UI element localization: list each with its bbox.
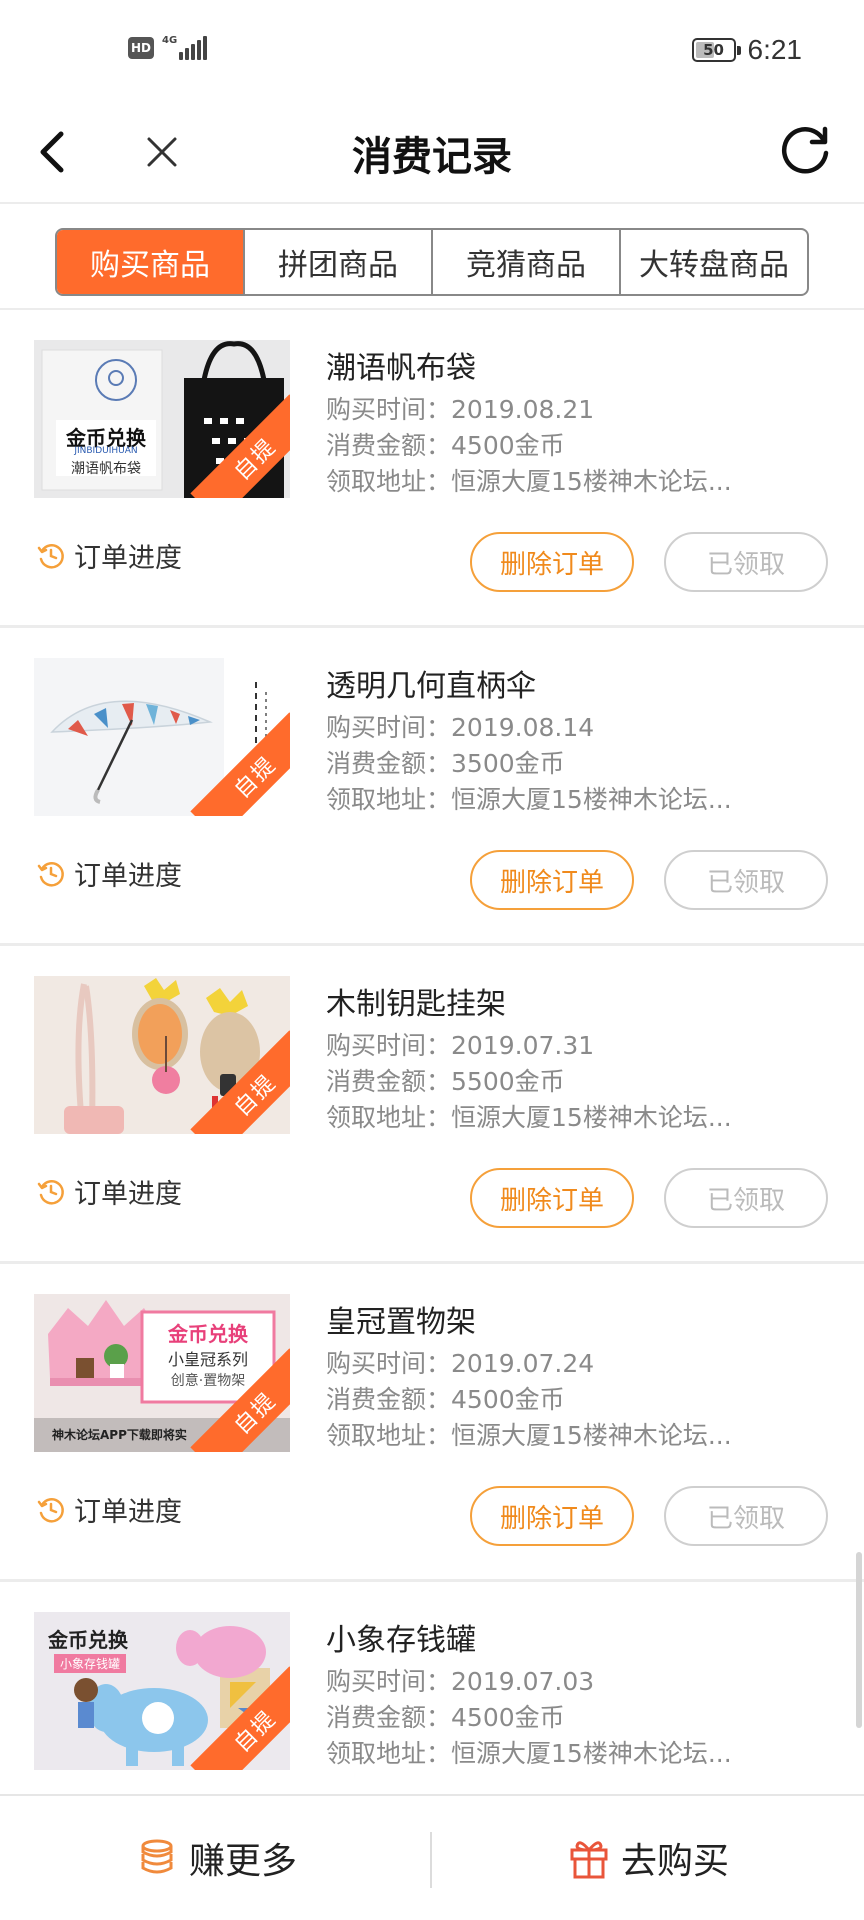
status-left: HD 4G bbox=[128, 35, 208, 60]
order-card: 金币兑换 小象存钱罐 自提 小象存钱罐 购买时间：2019.07.03 消费金额… bbox=[0, 1582, 864, 1794]
pickup-address: 领取地址：恒源大厦15楼神木论坛... bbox=[326, 1103, 732, 1132]
earn-more-button[interactable]: 赚更多 bbox=[0, 1796, 432, 1920]
category-tabs: 购买商品 拼团商品 竞猜商品 大转盘商品 bbox=[55, 228, 809, 296]
product-name[interactable]: 透明几何直柄伞 bbox=[326, 664, 846, 710]
order-info: 木制钥匙挂架 购买时间：2019.07.31 消费金额：5500金币 领取地址：… bbox=[326, 982, 846, 1136]
product-name[interactable]: 小象存钱罐 bbox=[326, 1618, 846, 1664]
thumb-caption-1: 金币兑换 bbox=[48, 1628, 128, 1652]
product-image[interactable]: 自提 bbox=[34, 976, 290, 1134]
thumb-caption-1: 金币兑换 bbox=[168, 1322, 248, 1346]
bottom-bar: 赚更多 去购买 bbox=[0, 1794, 864, 1920]
thumb-caption-2: 小象存钱罐 bbox=[54, 1654, 127, 1673]
received-button[interactable]: 已领取 bbox=[664, 1168, 828, 1228]
gift-icon bbox=[570, 1841, 608, 1879]
order-progress-label: 订单进度 bbox=[74, 543, 182, 574]
thumb-caption-2: 小皇冠系列 bbox=[167, 1350, 248, 1369]
clock-history-icon bbox=[37, 1497, 64, 1522]
order-progress-label: 订单进度 bbox=[74, 861, 182, 892]
pickup-address: 领取地址：恒源大厦15楼神木论坛... bbox=[326, 1739, 732, 1768]
product-name[interactable]: 木制钥匙挂架 bbox=[326, 982, 846, 1028]
thumb-caption-3: 潮语帆布袋 bbox=[71, 461, 141, 477]
signal-icon: 4G bbox=[162, 35, 208, 60]
spend-amount: 消费金额：4500金币 bbox=[326, 431, 565, 460]
battery-level: 50 bbox=[703, 41, 724, 59]
tabs-area: 购买商品 拼团商品 竞猜商品 大转盘商品 bbox=[0, 204, 864, 310]
product-image[interactable]: 金币兑换 小皇冠系列 创意·置物架 神木论坛APP下载即将实 自提 bbox=[34, 1294, 290, 1452]
tab-wheel[interactable]: 大转盘商品 bbox=[621, 230, 807, 294]
purchase-time: 购买时间：2019.08.21 bbox=[326, 395, 595, 424]
purchase-time: 购买时间：2019.08.14 bbox=[326, 713, 595, 742]
status-bar: HD 4G 50 6:21 bbox=[0, 0, 864, 100]
pickup-address: 领取地址：恒源大厦15楼神木论坛... bbox=[326, 785, 732, 814]
order-card: 金币兑换 JINBIDUIHUAN 潮语帆布袋 自提 潮语帆布袋 购买时间：20… bbox=[0, 310, 864, 628]
chevron-left-icon[interactable] bbox=[22, 122, 82, 182]
status-right: 50 6:21 bbox=[691, 34, 803, 66]
delete-order-button[interactable]: 删除订单 bbox=[470, 1168, 634, 1228]
spend-amount: 消费金额：3500金币 bbox=[326, 749, 565, 778]
tab-purchase[interactable]: 购买商品 bbox=[57, 230, 245, 294]
order-progress-link[interactable]: 订单进度 bbox=[36, 536, 182, 575]
spend-amount: 消费金额：4500金币 bbox=[326, 1703, 565, 1732]
order-progress-link[interactable]: 订单进度 bbox=[36, 1490, 182, 1529]
pickup-address: 领取地址：恒源大厦15楼神木论坛... bbox=[326, 1421, 732, 1450]
thumb-caption-2: JINBIDUIHUAN bbox=[74, 446, 138, 456]
order-info: 透明几何直柄伞 购买时间：2019.08.14 消费金额：3500金币 领取地址… bbox=[326, 664, 846, 818]
battery-icon: 50 bbox=[691, 38, 741, 62]
earn-more-label: 赚更多 bbox=[188, 1841, 297, 1882]
clock: 6:21 bbox=[747, 34, 803, 65]
clock-history-icon bbox=[37, 861, 64, 886]
page-title: 消费记录 bbox=[352, 134, 512, 180]
coin-stack-icon bbox=[141, 1839, 173, 1874]
order-progress-label: 订单进度 bbox=[74, 1179, 182, 1210]
order-info: 皇冠置物架 购买时间：2019.07.24 消费金额：4500金币 领取地址：恒… bbox=[326, 1300, 846, 1454]
go-buy-button[interactable]: 去购买 bbox=[432, 1796, 864, 1920]
product-image[interactable]: 金币兑换 小象存钱罐 自提 bbox=[34, 1612, 290, 1770]
order-info: 潮语帆布袋 购买时间：2019.08.21 消费金额：4500金币 领取地址：恒… bbox=[326, 346, 846, 500]
tab-group-buy[interactable]: 拼团商品 bbox=[245, 230, 433, 294]
purchase-time: 购买时间：2019.07.31 bbox=[326, 1031, 595, 1060]
order-card: 自提 木制钥匙挂架 购买时间：2019.07.31 消费金额：5500金币 领取… bbox=[0, 946, 864, 1264]
product-name[interactable]: 潮语帆布袋 bbox=[326, 346, 846, 392]
tab-guess[interactable]: 竞猜商品 bbox=[433, 230, 621, 294]
delete-order-button[interactable]: 删除订单 bbox=[470, 1486, 634, 1546]
product-name[interactable]: 皇冠置物架 bbox=[326, 1300, 846, 1346]
received-button[interactable]: 已领取 bbox=[664, 850, 828, 910]
order-card: 自提 透明几何直柄伞 购买时间：2019.08.14 消费金额：3500金币 领… bbox=[0, 628, 864, 946]
order-progress-link[interactable]: 订单进度 bbox=[36, 854, 182, 893]
pickup-address: 领取地址：恒源大厦15楼神木论坛... bbox=[326, 467, 732, 496]
hd-badge: HD bbox=[128, 37, 154, 59]
spend-amount: 消费金额：5500金币 bbox=[326, 1067, 565, 1096]
order-card: 金币兑换 小皇冠系列 创意·置物架 神木论坛APP下载即将实 自提 皇冠置物架 … bbox=[0, 1264, 864, 1582]
spend-amount: 消费金额：4500金币 bbox=[326, 1385, 565, 1414]
order-progress-link[interactable]: 订单进度 bbox=[36, 1172, 182, 1211]
close-icon[interactable] bbox=[132, 122, 192, 182]
delete-order-button[interactable]: 删除订单 bbox=[470, 850, 634, 910]
product-image[interactable]: 自提 bbox=[34, 658, 290, 816]
scrollbar[interactable] bbox=[856, 1552, 862, 1728]
delete-order-button[interactable]: 删除订单 bbox=[470, 532, 634, 592]
order-progress-label: 订单进度 bbox=[74, 1497, 182, 1528]
received-button[interactable]: 已领取 bbox=[664, 532, 828, 592]
purchase-time: 购买时间：2019.07.03 bbox=[326, 1667, 595, 1696]
clock-history-icon bbox=[37, 543, 64, 568]
order-list[interactable]: 金币兑换 JINBIDUIHUAN 潮语帆布袋 自提 潮语帆布袋 购买时间：20… bbox=[0, 310, 864, 1794]
received-button[interactable]: 已领取 bbox=[664, 1486, 828, 1546]
network-type: 4G bbox=[162, 35, 178, 46]
clock-history-icon bbox=[37, 1179, 64, 1204]
purchase-time: 购买时间：2019.07.24 bbox=[326, 1349, 595, 1378]
refresh-icon[interactable] bbox=[774, 118, 838, 182]
order-info: 小象存钱罐 购买时间：2019.07.03 消费金额：4500金币 领取地址：恒… bbox=[326, 1618, 846, 1772]
product-image[interactable]: 金币兑换 JINBIDUIHUAN 潮语帆布袋 自提 bbox=[34, 340, 290, 498]
go-buy-label: 去购买 bbox=[620, 1841, 729, 1882]
nav-bar: 消费记录 bbox=[0, 100, 864, 204]
